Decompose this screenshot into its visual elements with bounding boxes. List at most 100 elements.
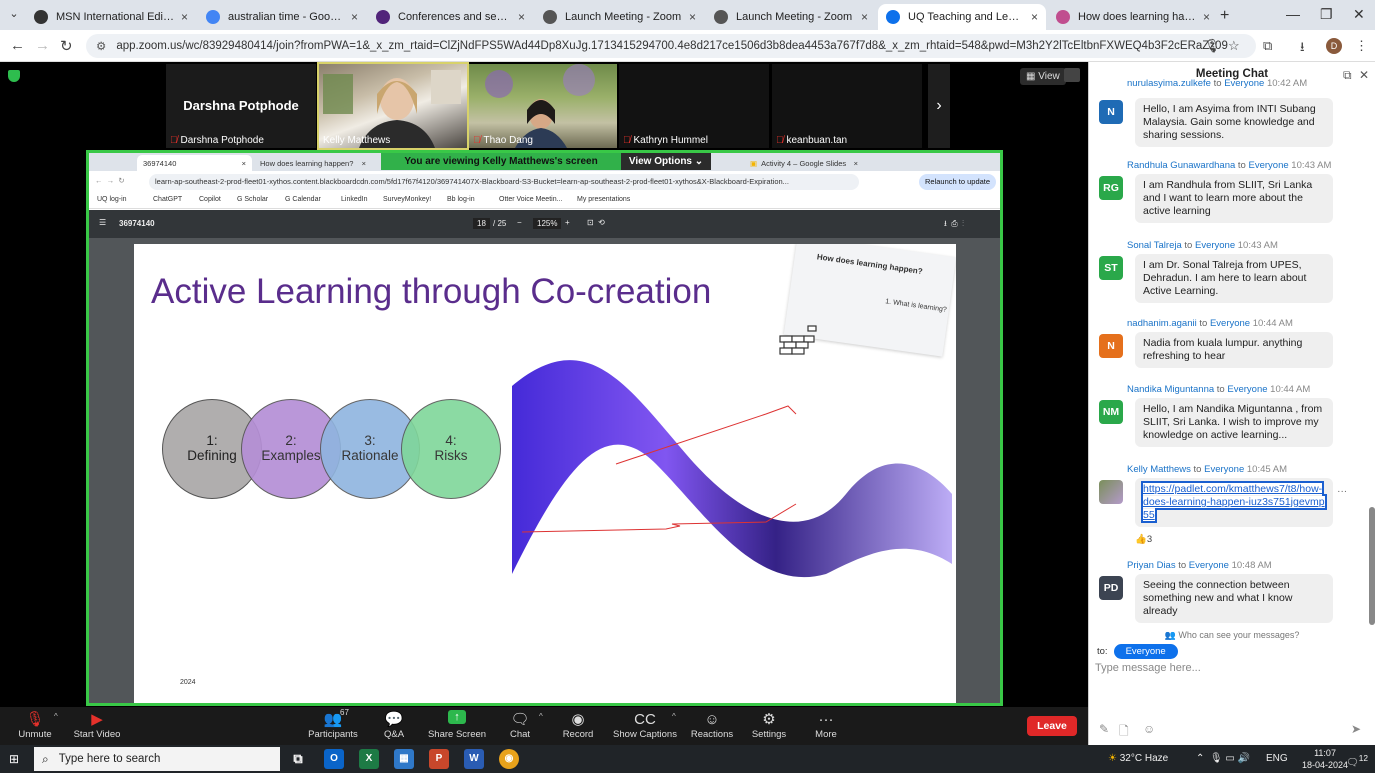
sender-name[interactable]: nadhanim.aganii (1127, 318, 1197, 329)
padlet-icon (1056, 10, 1070, 24)
share-screen-button[interactable]: ↑ Share Screen (422, 710, 492, 740)
emoji-icon[interactable]: ☺ (1143, 722, 1155, 736)
close-chat-icon[interactable]: ✕ (1359, 68, 1369, 82)
more-button[interactable]: ··· More (791, 710, 861, 740)
sender-name[interactable]: Sonal Talreja (1127, 240, 1182, 251)
globe-icon (714, 10, 728, 24)
chat-message-input[interactable] (1095, 660, 1365, 676)
download-icon[interactable]: ⭳ (1300, 38, 1305, 60)
viewing-banner: You are viewing Kelly Matthews's screen (381, 153, 621, 170)
close-tab-icon[interactable]: × (1203, 10, 1210, 24)
to-word: to (1213, 78, 1222, 89)
clock[interactable]: 11:07 18-04-2024 (1302, 747, 1348, 771)
start-video-button[interactable]: ▶ Start Video (62, 710, 132, 740)
to-word: to (1184, 240, 1193, 251)
windows-start-icon[interactable]: ⊞ (9, 752, 23, 766)
participant-tile[interactable]: 🎙̸ Kathryn Hummel (619, 64, 769, 148)
word-icon[interactable]: W (464, 749, 484, 769)
settings-label: Settings (751, 729, 787, 740)
participant-tile[interactable]: 🎙̸ Thao Dang (469, 64, 617, 148)
maximize-icon[interactable]: ❐ (1320, 6, 1333, 23)
participant-tile[interactable]: 🎙̸ keanbuan.tan (772, 64, 922, 148)
notification-count: 12 (1358, 753, 1368, 763)
participants-button[interactable]: 👥 67 Participants (298, 708, 368, 740)
file-icon[interactable]: 🗋 (1119, 722, 1129, 743)
browser-tab[interactable]: Launch Meeting - Zoom × (706, 4, 876, 30)
record-button[interactable]: ◉ Record (543, 710, 613, 740)
message-header: nurulasyima.zulkefe to Everyone 10:42 AM (1127, 78, 1307, 89)
browser-menu-icon[interactable]: ⋮ (1355, 38, 1368, 54)
record-icon: ◉ (571, 711, 585, 728)
powerpoint-icon[interactable]: P (429, 749, 449, 769)
bookmark-star-icon[interactable]: ☆ (1228, 38, 1240, 54)
clock-date: 18-04-2024 (1302, 760, 1349, 770)
padlet-link[interactable]: https://padlet.com/kmatthews7/t8/how-doe… (1141, 480, 1327, 524)
reload-icon[interactable]: ↻ (60, 37, 73, 55)
close-tab-icon[interactable]: × (689, 10, 696, 24)
uq-shield-icon (376, 10, 390, 24)
pdf-zoom: 125% (533, 218, 562, 229)
back-arrow-icon[interactable]: ← (10, 37, 25, 54)
close-tab-icon[interactable]: × (181, 10, 188, 24)
browser-tab[interactable]: MSN International Edition - W × (26, 4, 196, 30)
format-icon[interactable]: ✎ (1099, 722, 1109, 736)
thumbs-up-reaction[interactable]: 👍3 (1135, 534, 1152, 545)
microphone-icon[interactable]: 🎙 (1204, 38, 1221, 54)
excel-icon[interactable]: X (359, 749, 379, 769)
next-participants-chevron-icon[interactable]: › (928, 64, 950, 148)
task-view-icon[interactable]: ⧉ (288, 749, 308, 769)
tab-search-chevron-icon[interactable]: ⌄ (6, 7, 22, 23)
calculator-icon[interactable]: ▦ (394, 749, 414, 769)
browser-tab-title: MSN International Edition - W (56, 11, 175, 23)
send-icon[interactable]: ➤ (1351, 722, 1361, 736)
chrome-icon[interactable]: ◉ (499, 749, 519, 769)
sender-name[interactable]: Randhula Gunawardhana (1127, 160, 1235, 171)
view-options-button[interactable]: View Options ⌄ (621, 153, 711, 170)
notifications-icon[interactable]: 🗨12 (1346, 753, 1368, 768)
tray-icons[interactable]: ⌃ 🎙 ▭ 🔊 (1196, 753, 1250, 764)
view-button[interactable]: ▦ View (1020, 68, 1066, 85)
sender-name[interactable]: nurulasyima.zulkefe (1127, 78, 1211, 89)
profile-avatar[interactable]: D (1326, 38, 1342, 54)
popout-icon[interactable]: ⧉ (1343, 68, 1352, 83)
sender-name[interactable]: Nandika Miguntanna (1127, 384, 1214, 395)
sender-name[interactable]: Priyan Dias (1127, 560, 1176, 571)
message-header: Nandika Miguntanna to Everyone 10:44 AM (1127, 384, 1310, 395)
language-indicator[interactable]: ENG (1266, 753, 1288, 764)
participant-tile[interactable]: Darshna Potphode 🎙̸ Darshna Potphode (166, 64, 316, 148)
new-tab-plus-icon[interactable]: + (1220, 7, 1229, 25)
chat-scrollbar[interactable] (1369, 507, 1375, 625)
forward-arrow-icon[interactable]: → (35, 37, 50, 54)
close-tab-icon[interactable]: × (518, 10, 525, 24)
close-tab-icon[interactable]: × (351, 10, 358, 24)
close-tab-icon[interactable]: × (861, 10, 868, 24)
taskbar-search[interactable]: ⌕ Type here to search (34, 747, 280, 771)
browser-tab[interactable]: How does learning happen? × (1048, 4, 1218, 30)
bookmark: UQ log-in (97, 196, 127, 203)
minimize-icon[interactable]: — (1286, 6, 1300, 22)
show-captions-button[interactable]: CC Show Captions ^ (610, 710, 680, 740)
recipient-dropdown[interactable]: Everyone (1113, 644, 1178, 659)
who-can-see-link[interactable]: 👥 Who can see your messages? (1089, 630, 1375, 641)
address-bar[interactable]: ⚙ app.zoom.us/wc/83929480414/join?fromPW… (86, 34, 1256, 58)
encryption-shield-icon[interactable] (8, 70, 20, 82)
qa-button[interactable]: 💬 Q&A (359, 710, 429, 740)
browser-tab[interactable]: UQ Teaching and Learning × (878, 4, 1046, 30)
close-tab-icon[interactable]: × (1031, 10, 1038, 24)
qa-label: Q&A (383, 729, 405, 740)
participant-tile[interactable]: Kelly Matthews (317, 62, 469, 150)
zoom-icon (886, 10, 900, 24)
browser-tab[interactable]: australian time - Google Searc × (198, 4, 366, 30)
browser-tab[interactable]: Conferences and seminars - Gr × (368, 4, 533, 30)
close-window-icon[interactable]: ✕ (1353, 6, 1365, 23)
weather-widget[interactable]: ☀ 32°C Haze (1108, 753, 1168, 764)
sender-name[interactable]: Kelly Matthews (1127, 464, 1191, 475)
extensions-puzzle-icon[interactable]: ⧉ (1263, 38, 1272, 54)
leave-button[interactable]: Leave (1027, 716, 1077, 736)
browser-tab[interactable]: Launch Meeting - Zoom × (535, 4, 704, 30)
site-settings-icon[interactable]: ⚙ (96, 39, 106, 53)
unmute-button[interactable]: 🎙 Unmute ^ (0, 710, 70, 740)
message-bubble: Hello, I am Nandika Miguntanna , from SL… (1135, 398, 1333, 448)
outlook-icon[interactable]: O (324, 749, 344, 769)
fullscreen-icon[interactable] (1064, 68, 1080, 82)
